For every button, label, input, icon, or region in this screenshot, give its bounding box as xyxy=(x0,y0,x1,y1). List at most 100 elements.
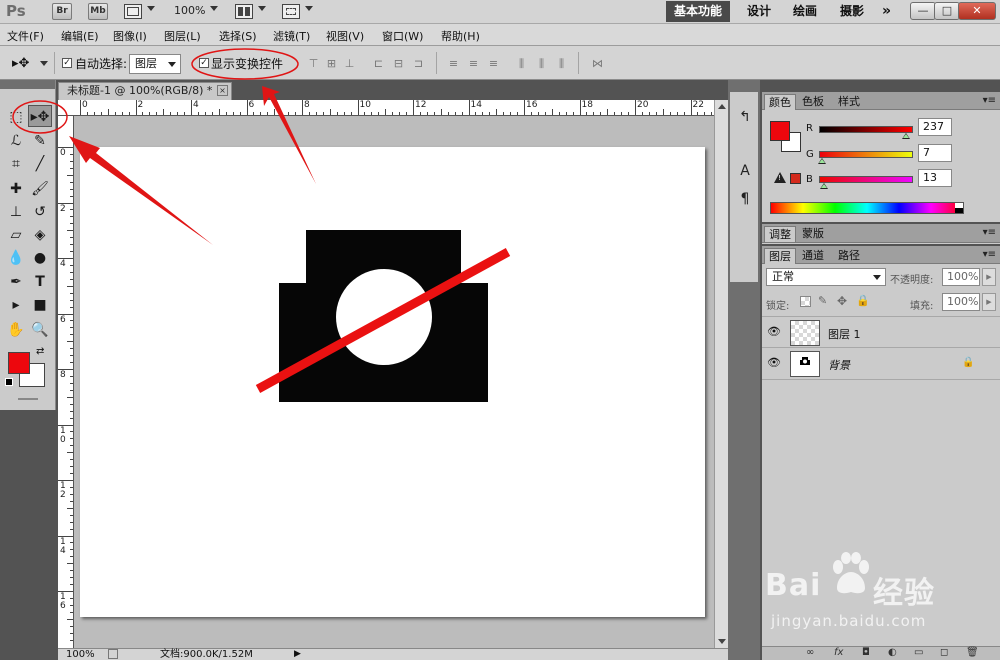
menu-window[interactable]: 窗口(W) xyxy=(382,28,423,44)
fill-slider-arrow-icon[interactable]: ▶ xyxy=(982,293,996,311)
auto-select-checkbox[interactable]: ✓ xyxy=(62,58,72,68)
layer-row-background[interactable]: 👁 背景 🔒 xyxy=(762,348,1000,380)
view-extras-dropdown-icon[interactable] xyxy=(147,6,155,11)
tab-swatches[interactable]: 色板 xyxy=(798,94,828,110)
view-extras-icon[interactable] xyxy=(124,4,142,19)
menu-select[interactable]: 选择(S) xyxy=(219,28,257,44)
blend-mode-dropdown[interactable]: 正常 xyxy=(766,268,886,286)
arrange-documents-icon[interactable] xyxy=(235,4,253,19)
type-tool-icon[interactable]: T xyxy=(28,271,52,293)
distribute-horizontal-center-icon[interactable]: ⫼ xyxy=(534,57,549,70)
panel-menu-icon[interactable]: ▾≡ xyxy=(983,95,996,106)
workspace-photography[interactable]: 摄影 xyxy=(840,1,864,22)
marquee-tool-icon[interactable]: ⬚ xyxy=(4,106,28,128)
close-icon[interactable]: ✕ xyxy=(958,2,996,20)
move-tool-icon[interactable]: ▸✥ xyxy=(28,105,52,127)
align-bottom-icon[interactable]: ⊥ xyxy=(342,57,357,70)
character-panel-icon[interactable]: A xyxy=(736,162,754,180)
layer-visibility-eye-icon[interactable]: 👁 xyxy=(766,356,782,370)
align-left-icon[interactable]: ⊏ xyxy=(371,57,386,70)
tab-adjustments[interactable]: 调整 xyxy=(764,226,796,242)
menu-view[interactable]: 视图(V) xyxy=(326,28,364,44)
gamut-warning-swatch[interactable] xyxy=(790,173,801,184)
tab-paths[interactable]: 路径 xyxy=(834,248,864,264)
distribute-left-icon[interactable]: ⫼ xyxy=(514,57,529,70)
mini-bridge-button[interactable]: Mb xyxy=(88,3,108,20)
dodge-tool-icon[interactable]: ● xyxy=(28,247,52,269)
tab-color[interactable]: 颜色 xyxy=(764,94,796,110)
color-spectrum-bar[interactable] xyxy=(770,202,964,214)
quick-mask-icon[interactable] xyxy=(18,398,38,400)
g-value-input[interactable]: 7 xyxy=(918,144,952,162)
menu-edit[interactable]: 编辑(E) xyxy=(61,28,99,44)
tools-panel-header[interactable] xyxy=(0,80,55,89)
gamut-warning-icon[interactable]: ! xyxy=(774,172,786,183)
brush-tool-icon[interactable]: 🖌 xyxy=(28,178,52,200)
distribute-top-icon[interactable]: ≡ xyxy=(446,57,461,70)
maximize-icon[interactable]: □ xyxy=(934,2,960,20)
vertical-scrollbar[interactable] xyxy=(714,100,728,648)
status-menu-arrow-icon[interactable]: ▶ xyxy=(294,649,301,660)
menu-layer[interactable]: 图层(L) xyxy=(164,28,201,44)
zoom-tool-icon[interactable]: 🔍 xyxy=(28,319,52,341)
blur-tool-icon[interactable]: 💧 xyxy=(4,247,28,269)
hand-tool-icon[interactable]: ✋ xyxy=(4,319,28,341)
lasso-tool-icon[interactable]: ℒ xyxy=(4,130,28,152)
status-zoom[interactable]: 100% xyxy=(66,649,95,660)
color-foreground-swatch[interactable] xyxy=(770,121,790,141)
pen-tool-icon[interactable]: ✒ xyxy=(4,271,28,293)
paragraph-panel-icon[interactable]: ¶ xyxy=(736,190,754,208)
layer-name[interactable]: 图层 1 xyxy=(828,326,861,342)
align-right-icon[interactable]: ⊐ xyxy=(411,57,426,70)
menu-file[interactable]: 文件(F) xyxy=(7,28,44,44)
align-top-icon[interactable]: ⊤ xyxy=(306,57,321,70)
vertical-ruler[interactable]: 0 2 4 6 8 10 12 14 16 xyxy=(58,116,74,648)
workspace-painting[interactable]: 绘画 xyxy=(793,1,817,22)
layer-name[interactable]: 背景 xyxy=(828,357,850,373)
delete-layer-icon[interactable]: 🗑 xyxy=(966,647,979,658)
fill-input[interactable]: 100% xyxy=(942,293,980,311)
tab-styles[interactable]: 样式 xyxy=(834,94,864,110)
distribute-right-icon[interactable]: ⫼ xyxy=(554,57,569,70)
document-canvas[interactable] xyxy=(80,147,705,617)
workspace-essentials[interactable]: 基本功能 xyxy=(666,1,731,22)
new-group-icon[interactable]: ▭ xyxy=(914,647,923,658)
zoom-dropdown-icon[interactable] xyxy=(210,6,218,11)
g-slider[interactable] xyxy=(819,151,913,158)
g-slider-thumb[interactable] xyxy=(817,158,826,164)
screen-mode-dropdown-icon[interactable] xyxy=(305,6,313,11)
r-value-input[interactable]: 237 xyxy=(918,118,952,136)
r-slider-thumb[interactable] xyxy=(902,133,911,139)
tool-preset-dropdown-icon[interactable] xyxy=(40,61,48,66)
align-horizontal-center-icon[interactable]: ⊟ xyxy=(391,57,406,70)
workspace-design[interactable]: 设计 xyxy=(747,1,771,22)
adjustments-panel-menu-icon[interactable]: ▾≡ xyxy=(983,227,996,238)
b-value-input[interactable]: 13 xyxy=(918,169,952,187)
bridge-button[interactable]: Br xyxy=(52,3,72,20)
menu-image[interactable]: 图像(I) xyxy=(113,28,147,44)
new-layer-icon[interactable]: ◻ xyxy=(940,647,948,658)
foreground-color-swatch[interactable] xyxy=(8,352,30,374)
layer-lock-icon[interactable]: 🔒 xyxy=(962,357,974,368)
healing-brush-tool-icon[interactable]: ✚ xyxy=(4,178,28,200)
clone-stamp-tool-icon[interactable]: ⊥ xyxy=(4,201,28,223)
layer-row-layer1[interactable]: 👁 图层 1 xyxy=(762,316,1000,348)
lock-transparent-pixels-icon[interactable] xyxy=(800,296,811,307)
document-tab[interactable]: 未标题-1 @ 100%(RGB/8) * × xyxy=(58,82,232,100)
screen-mode-icon[interactable] xyxy=(282,4,300,19)
crop-tool-icon[interactable]: ⌗ xyxy=(4,153,28,175)
menu-filter[interactable]: 滤镜(T) xyxy=(273,28,310,44)
default-colors-icon[interactable] xyxy=(5,378,13,386)
lock-all-icon[interactable]: 🔒 xyxy=(856,294,870,307)
minimize-icon[interactable]: — xyxy=(910,2,936,20)
auto-align-layers-icon[interactable]: ⋈ xyxy=(590,57,605,70)
rectangle-tool-icon[interactable]: ■ xyxy=(28,294,52,316)
quick-selection-tool-icon[interactable]: ✎ xyxy=(28,130,52,152)
history-panel-icon[interactable]: ↰ xyxy=(736,108,754,126)
r-slider[interactable] xyxy=(819,126,913,133)
horizontal-ruler[interactable]: 0 2 4 6 8 10 12 14 16 18 20 22 xyxy=(58,100,714,116)
eraser-tool-icon[interactable]: ▱ xyxy=(4,224,28,246)
show-transform-controls-checkbox[interactable]: ✓ xyxy=(199,58,209,68)
swap-colors-icon[interactable]: ⇄ xyxy=(36,346,44,357)
auto-select-dropdown[interactable]: 图层 xyxy=(129,54,181,74)
